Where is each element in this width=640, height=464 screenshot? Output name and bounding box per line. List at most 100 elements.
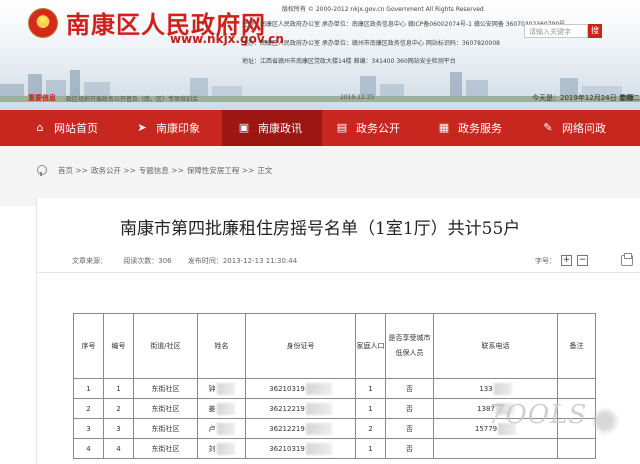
copyright-line: 版权所有 © 2000-2012 nkjx.gov.cn Government … bbox=[282, 6, 484, 13]
notice-link[interactable]: 政区组织开展政务公开普及（南，区）专项培训会 bbox=[66, 94, 198, 103]
cell-name: 刘 bbox=[197, 438, 246, 459]
nav-item-gov-open[interactable]: ▤ 政务公开 bbox=[336, 110, 416, 146]
breadcrumb-area bbox=[0, 146, 640, 206]
cell-people: 1 bbox=[355, 378, 386, 399]
redacted-mask bbox=[305, 422, 332, 435]
header-dibao: 是否享受城市低保人员 bbox=[385, 313, 434, 379]
cell-id: 36210319 bbox=[245, 378, 356, 399]
breadcrumb-home[interactable]: 首页 >> bbox=[58, 165, 88, 176]
nav-item-news[interactable]: ▣ 南康政讯 bbox=[222, 110, 322, 146]
cell-id: 36212219 bbox=[245, 418, 356, 439]
home-icon: ⌂ bbox=[36, 121, 44, 134]
article-meta: 文章来源： 阅读次数：306 发布时间：2013-12-13 11:30:44 bbox=[72, 256, 311, 266]
search-button[interactable]: 搜 bbox=[588, 24, 602, 38]
nav-item-label: 网络问政 bbox=[562, 122, 606, 135]
font-size-control: 字号： + − bbox=[535, 255, 588, 266]
id-text: 36212219 bbox=[269, 404, 305, 413]
cell-phone: 133 bbox=[433, 378, 558, 399]
cell-num: 3 bbox=[103, 418, 134, 439]
article-border bbox=[36, 198, 37, 464]
watermark: 7OOLS bbox=[488, 400, 588, 430]
search-input[interactable]: 请输入关键字 bbox=[524, 24, 588, 38]
cell-dibao: 否 bbox=[385, 418, 434, 439]
header-num: 编号 bbox=[103, 313, 134, 379]
nav-item-label: 南康印象 bbox=[156, 122, 200, 135]
breadcrumb-housing[interactable]: 保障性安居工程 >> bbox=[187, 165, 254, 176]
cell-seq: 3 bbox=[73, 418, 104, 439]
id-text: 36210319 bbox=[269, 444, 305, 453]
nav-item-online-inquiry[interactable]: ✎ 网络问政 bbox=[542, 110, 622, 146]
send-icon: ➤ bbox=[137, 121, 147, 134]
notice-bar: 重要信息 政区组织开展政务公开普及（南，区）专项培训会 2019.12.25 今… bbox=[0, 93, 640, 107]
cell-seq: 4 bbox=[73, 438, 104, 459]
cell-community: 东街社区 bbox=[133, 378, 198, 399]
header-people: 家庭人口 bbox=[355, 313, 386, 379]
redacted-mask bbox=[216, 442, 235, 455]
header-name: 姓名 bbox=[197, 313, 246, 379]
cell-seq: 2 bbox=[73, 398, 104, 419]
book-icon: ▤ bbox=[336, 121, 348, 134]
cell-seq: 1 bbox=[73, 378, 104, 399]
breadcrumb-topics[interactable]: 专题信息 >> bbox=[139, 165, 184, 176]
article-published: 发布时间：2013-12-13 11:30:44 bbox=[187, 257, 298, 265]
redacted-mask bbox=[493, 382, 512, 395]
font-increase-button[interactable]: + bbox=[561, 255, 572, 266]
cell-name: 钟 bbox=[197, 378, 246, 399]
cell-num: 2 bbox=[103, 398, 134, 419]
nav-item-label: 政务服务 bbox=[458, 122, 502, 135]
org-line: 主办：南康区人民政府办公室 承办单位：赣州市南康区政务信息中心 网站标识码：36… bbox=[242, 40, 500, 47]
meta-divider bbox=[36, 272, 640, 273]
cell-note bbox=[557, 438, 596, 459]
redacted-mask bbox=[305, 402, 332, 415]
nav-item-home[interactable]: ⌂ 网站首页 bbox=[34, 110, 114, 146]
nav-item-label: 南康政讯 bbox=[258, 122, 302, 135]
id-text: 36210319 bbox=[269, 384, 305, 393]
redacted-mask bbox=[216, 402, 235, 415]
nav-item-impression[interactable]: ➤ 南康印象 bbox=[136, 110, 216, 146]
cell-community: 东街社区 bbox=[133, 418, 198, 439]
notice-date: 2019.12.25 bbox=[340, 94, 375, 101]
phone-text: 133 bbox=[479, 384, 493, 393]
cell-community: 东街社区 bbox=[133, 438, 198, 459]
national-emblem-icon bbox=[28, 8, 58, 38]
article-title: 南康市第四批廉租住房摇号名单（1室1厅）共计55户 bbox=[120, 219, 521, 239]
briefcase-icon: ▦ bbox=[438, 121, 450, 134]
article-views: 阅读次数：306 bbox=[123, 257, 172, 265]
location-pin-icon bbox=[36, 165, 47, 176]
font-decrease-button[interactable]: − bbox=[577, 255, 588, 266]
cell-dibao: 否 bbox=[385, 378, 434, 399]
cell-id: 36212219 bbox=[245, 398, 356, 419]
redacted-mask bbox=[305, 382, 332, 395]
cell-phone bbox=[433, 438, 558, 459]
table-row: 4 4 东街社区 刘 36210319 1 否 bbox=[73, 438, 596, 459]
article-source: 文章来源： bbox=[72, 257, 107, 265]
cell-num: 4 bbox=[103, 438, 134, 459]
print-icon[interactable] bbox=[621, 253, 633, 266]
name-text: 姜 bbox=[208, 404, 216, 413]
breadcrumb: 首页 >> 政务公开 >> 专题信息 >> 保障性安居工程 >> 正文 bbox=[36, 165, 275, 176]
cell-note bbox=[557, 378, 596, 399]
table-row: 1 1 东街社区 钟 36210319 1 否 133 bbox=[73, 378, 596, 399]
nav-item-gov-service[interactable]: ▦ 政务服务 bbox=[438, 110, 518, 146]
address-line: 地址：江西省赣州市南康区党政大楼14楼 邮编：341400 360网站安全检测平… bbox=[242, 58, 456, 65]
id-text: 36212219 bbox=[269, 424, 305, 433]
site-header: 南康区人民政府网 www.nkjx.gov.cn 版权所有 © 2000-201… bbox=[0, 0, 640, 110]
cell-name: 卢 bbox=[197, 418, 246, 439]
cell-people: 2 bbox=[355, 418, 386, 439]
breadcrumb-current: 正文 bbox=[257, 166, 273, 175]
header-community: 街道/社区 bbox=[133, 313, 198, 379]
news-icon: ▣ bbox=[238, 121, 250, 134]
redacted-mask bbox=[305, 442, 332, 455]
lottery-list-table: 序号 编号 街道/社区 姓名 身份证号 家庭人口 是否享受城市低保人员 联系电话… bbox=[73, 313, 596, 459]
cell-community: 东街社区 bbox=[133, 398, 198, 419]
header-id: 身份证号 bbox=[245, 313, 356, 379]
cell-people: 1 bbox=[355, 398, 386, 419]
watermark-splash bbox=[588, 404, 622, 438]
breadcrumb-gov-open[interactable]: 政务公开 >> bbox=[91, 165, 136, 176]
table-header-row: 序号 编号 街道/社区 姓名 身份证号 家庭人口 是否享受城市低保人员 联系电话… bbox=[73, 313, 596, 379]
redacted-mask bbox=[216, 382, 235, 395]
cell-dibao: 否 bbox=[385, 398, 434, 419]
cell-dibao: 否 bbox=[385, 438, 434, 459]
today-extra: 南康 bbox=[620, 94, 634, 102]
cell-name: 姜 bbox=[197, 398, 246, 419]
